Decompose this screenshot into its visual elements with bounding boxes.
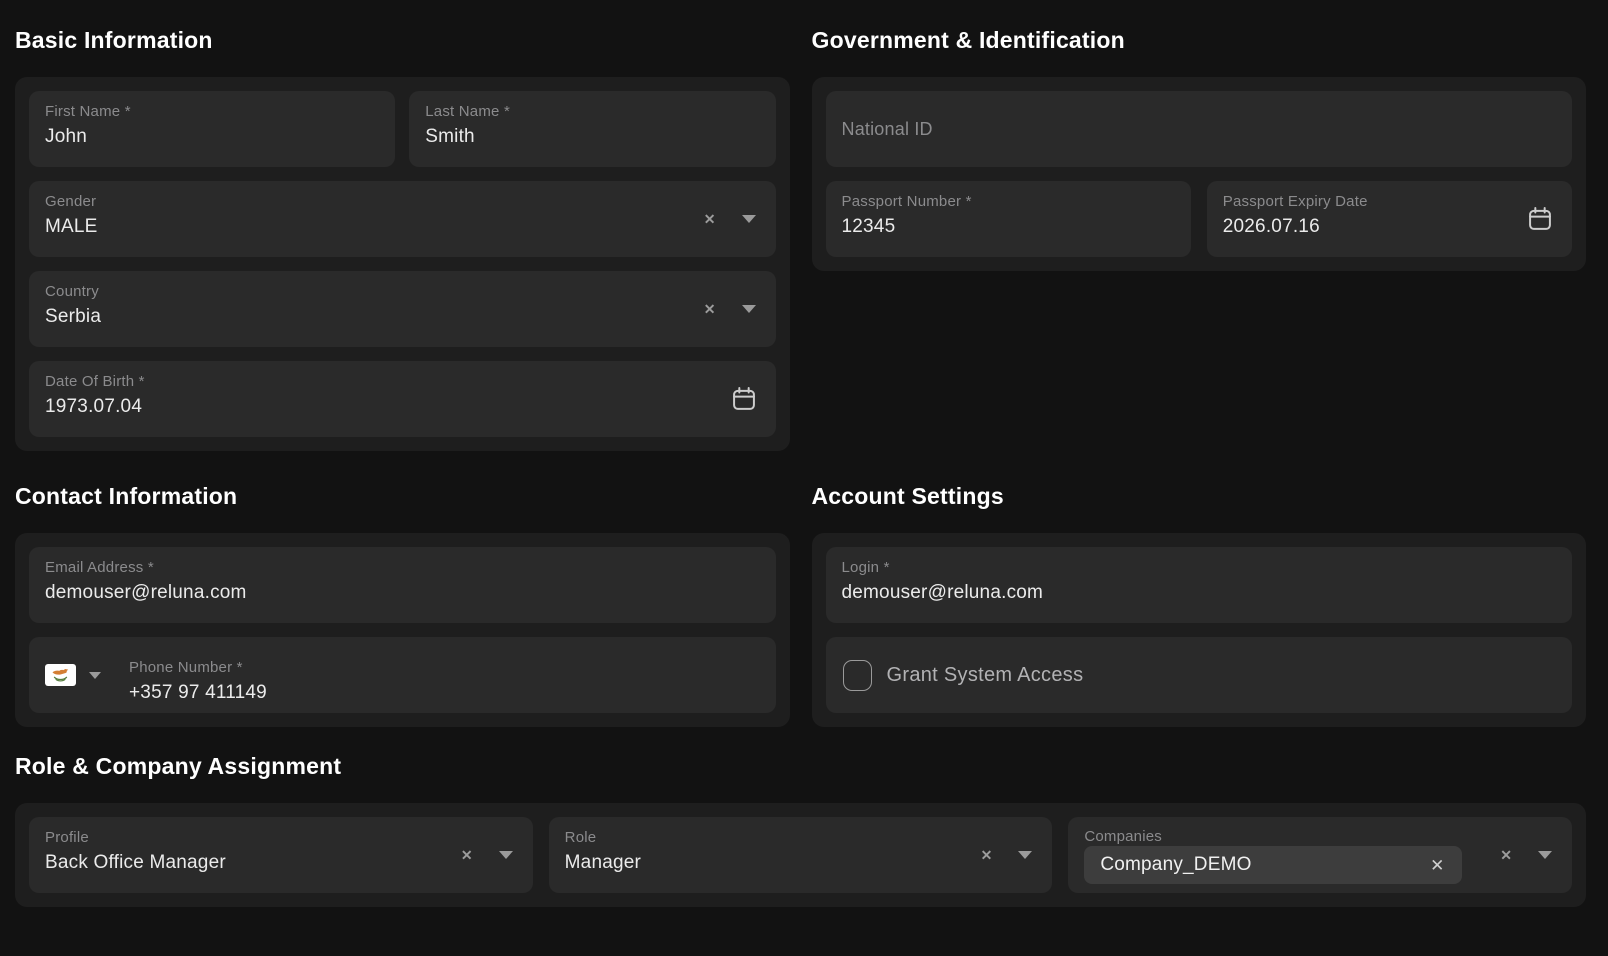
phone-number-value: +357 97 411149 [129,681,267,704]
contact-information-card: Email Address * demouser@reluna.com [15,533,790,727]
date-of-birth-value: 1973.07.04 [45,395,145,418]
role-value: Manager [565,851,641,874]
account-settings-title: Account Settings [812,483,1587,510]
role-clear-icon[interactable]: ✕ [981,848,993,862]
phone-number-field[interactable]: Phone Number * +357 97 411149 [29,637,776,713]
passport-number-field[interactable]: Passport Number * 12345 [826,181,1191,257]
gender-chevron-down-icon[interactable] [742,215,756,223]
last-name-field[interactable]: Last Name * Smith [409,91,775,167]
national-id-field[interactable]: National ID [826,91,1573,167]
gender-select[interactable]: Gender MALE ✕ [29,181,776,257]
section-account-settings: Account Settings Login * demouser@reluna… [812,483,1587,727]
company-chip[interactable]: Company_DEMO ✕ [1084,846,1462,884]
contact-information-title: Contact Information [15,483,790,510]
profile-chevron-down-icon[interactable] [499,851,513,859]
account-settings-card: Login * demouser@reluna.com Grant System… [812,533,1587,727]
profile-select[interactable]: Profile Back Office Manager ✕ [29,817,533,893]
date-of-birth-label: Date Of Birth * [45,374,145,390]
country-select[interactable]: Country Serbia ✕ [29,271,776,347]
role-select[interactable]: Role Manager ✕ [549,817,1053,893]
companies-clear-icon[interactable]: ✕ [1500,848,1512,862]
passport-expiry-date-field[interactable]: Passport Expiry Date 2026.07.16 [1207,181,1572,257]
passport-expiry-calendar-icon[interactable] [1526,181,1572,257]
user-form-page: Basic Information First Name * John Last [0,27,1608,907]
role-company-assignment-title: Role & Company Assignment [15,753,1586,780]
government-identification-title: Government & Identification [812,27,1587,54]
first-name-label: First Name * [45,104,131,120]
basic-information-title: Basic Information [15,27,790,54]
basic-information-card: First Name * John Last Name * Smith [15,77,790,451]
passport-expiry-date-value: 2026.07.16 [1223,215,1368,238]
country-clear-icon[interactable]: ✕ [704,302,716,316]
last-name-label: Last Name * [425,104,510,120]
email-address-field[interactable]: Email Address * demouser@reluna.com [29,547,776,623]
cyprus-flag-icon[interactable] [45,664,76,686]
gender-label: Gender [45,194,98,210]
grant-system-access-label: Grant System Access [887,664,1084,687]
country-label: Country [45,284,101,300]
email-address-label: Email Address * [45,560,247,576]
phone-number-label: Phone Number * [129,660,267,676]
role-company-assignment-card: Profile Back Office Manager ✕ Role Manag… [15,803,1586,907]
grant-system-access-checkbox[interactable] [843,660,872,691]
section-basic-information: Basic Information First Name * John Last [15,27,790,451]
gender-value: MALE [45,215,98,238]
country-value: Serbia [45,305,101,328]
gender-clear-icon[interactable]: ✕ [704,212,716,226]
profile-label: Profile [45,830,226,846]
profile-clear-icon[interactable]: ✕ [461,848,473,862]
last-name-value: Smith [425,125,510,148]
government-identification-card: National ID Passport Number * 12345 Pass… [812,77,1587,271]
national-id-placeholder: National ID [826,119,933,140]
passport-number-label: Passport Number * [842,194,972,210]
passport-expiry-date-label: Passport Expiry Date [1223,194,1368,210]
company-chip-label: Company_DEMO [1100,854,1251,876]
login-label: Login * [842,560,1044,576]
companies-chevron-down-icon[interactable] [1538,851,1552,859]
dial-code-chevron-down-icon[interactable] [89,672,101,679]
login-value: demouser@reluna.com [842,581,1044,604]
login-field[interactable]: Login * demouser@reluna.com [826,547,1573,623]
companies-select[interactable]: Companies Company_DEMO ✕ ✕ [1068,817,1572,893]
role-label: Role [565,830,641,846]
email-address-value: demouser@reluna.com [45,581,247,604]
profile-value: Back Office Manager [45,851,226,874]
date-of-birth-calendar-icon[interactable] [730,361,776,437]
first-name-value: John [45,125,131,148]
section-government-identification: Government & Identification National ID … [812,27,1587,271]
first-name-field[interactable]: First Name * John [29,91,395,167]
date-of-birth-field[interactable]: Date Of Birth * 1973.07.04 [29,361,776,437]
role-chevron-down-icon[interactable] [1018,851,1032,859]
passport-number-value: 12345 [842,215,972,238]
section-role-company-assignment: Role & Company Assignment Profile Back O… [15,753,1586,907]
section-contact-information: Contact Information Email Address * demo… [15,483,790,727]
companies-label: Companies [1084,829,1462,844]
grant-system-access-row[interactable]: Grant System Access [826,637,1573,713]
country-chevron-down-icon[interactable] [742,305,756,313]
company-chip-remove-icon[interactable]: ✕ [1430,857,1444,874]
